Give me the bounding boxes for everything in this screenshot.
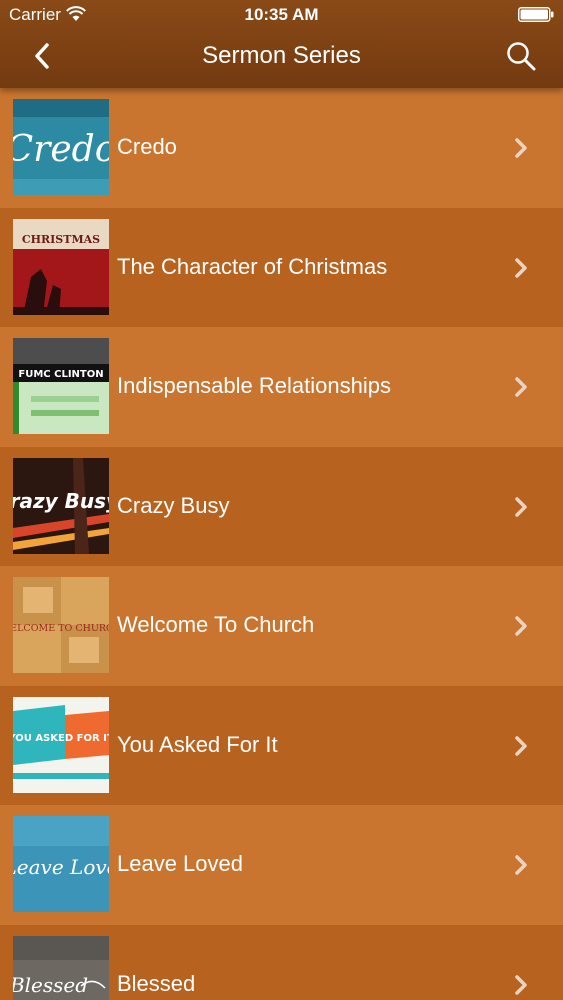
thumbnail-text: Credo (13, 129, 109, 170)
list-item[interactable]: Leave Love Leave Loved (0, 805, 563, 925)
series-thumbnail: CHRISTMAS (13, 218, 109, 315)
nav-bar: Sermon Series (0, 30, 563, 88)
series-title: The Character of Christmas (117, 253, 388, 279)
series-title: You Asked For It (117, 731, 278, 757)
list-item[interactable]: Blessed Blessed (0, 924, 563, 1000)
chevron-right-icon (515, 855, 527, 875)
series-title: Crazy Busy (117, 492, 230, 518)
thumbnail-image: YOU ASKED FOR IT (13, 696, 109, 793)
thumbnail-image: Blessed (13, 935, 109, 1000)
status-bar: Carrier 10:35 AM (0, 0, 563, 30)
series-title: Welcome To Church (117, 612, 315, 637)
list-item[interactable]: CHRISTMAS The Character of Christmas (0, 207, 563, 327)
thumbnail-image: Credo (13, 99, 109, 195)
series-title: Indispensable Relationships (117, 373, 391, 398)
thumbnail-image: Crazy Busy (13, 457, 109, 554)
list-item[interactable]: FUMC CLINTON Indispensable Relationships (0, 327, 563, 447)
series-thumbnail: Credo (13, 99, 109, 195)
chevron-right-icon (515, 257, 527, 278)
battery-icon (518, 7, 554, 22)
chevron-right-icon (515, 496, 527, 517)
header: Carrier 10:35 AM Sermon Series (0, 0, 563, 88)
series-thumbnail: Crazy Busy (13, 457, 109, 554)
chevron-right-icon (515, 377, 527, 397)
page-title: Sermon Series (202, 42, 361, 69)
series-title: Credo (117, 134, 177, 159)
series-thumbnail: FUMC CLINTON (13, 338, 109, 434)
thumbnail-image: WELCOME TO CHURCH (13, 577, 109, 673)
clock: 10:35 AM (244, 5, 319, 24)
series-title: Leave Loved (117, 851, 243, 876)
search-icon (507, 42, 536, 71)
thumbnail-text: Blessed (13, 973, 88, 997)
list-item[interactable]: Credo Credo (0, 88, 563, 208)
search-button[interactable] (501, 36, 541, 76)
series-thumbnail: Leave Love (13, 816, 109, 912)
thumbnail-text: CHRISTMAS (22, 233, 100, 246)
chevron-right-icon (515, 974, 527, 995)
list-item[interactable]: YOU ASKED FOR IT You Asked For It (0, 685, 563, 805)
series-thumbnail: YOU ASKED FOR IT (13, 696, 109, 793)
list-item[interactable]: Crazy Busy Crazy Busy (0, 446, 563, 566)
thumbnail-image: CHRISTMAS (13, 218, 109, 315)
chevron-right-icon (515, 616, 527, 636)
thumbnail-text: WELCOME TO CHURCH (13, 623, 109, 634)
series-thumbnail: WELCOME TO CHURCH (13, 577, 109, 673)
screen: Carrier 10:35 AM Sermon Series red Credo… (0, 0, 563, 1000)
series-title: Blessed (117, 970, 196, 996)
thumbnail-text: YOU ASKED FOR IT (13, 733, 109, 744)
list-item[interactable]: WELCOME TO CHURCH Welcome To Church (0, 566, 563, 686)
chevron-right-icon (515, 138, 527, 158)
thumbnail-text: Crazy Busy (13, 489, 109, 513)
thumbnail-image: Leave Love (13, 816, 109, 912)
thumbnail-image: FUMC CLINTON (13, 338, 109, 434)
sermon-series-list: Credo Credo CHRISTMAS The Character (0, 88, 563, 1000)
series-thumbnail: Blessed (13, 935, 109, 1000)
thumbnail-text: Leave Love (13, 855, 109, 879)
chevron-right-icon (515, 735, 527, 756)
thumbnail-text: FUMC CLINTON (18, 369, 103, 380)
